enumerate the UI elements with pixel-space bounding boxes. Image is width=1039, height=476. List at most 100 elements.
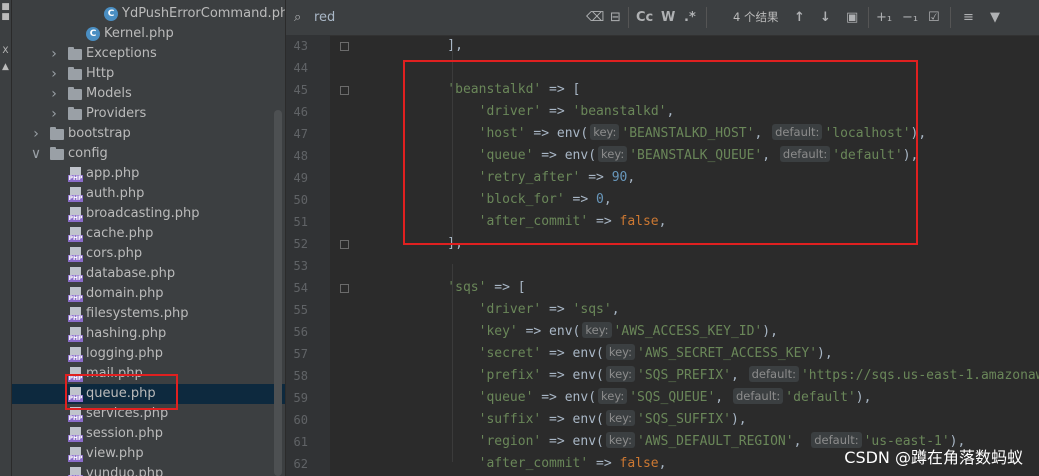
tree-item[interactable]: ∨ config (12, 144, 285, 164)
left-tool-strip[interactable]: ■ ■ X ▲ (0, 0, 12, 476)
chevron-right-icon[interactable]: › (48, 84, 60, 104)
tree-item[interactable]: › Models (12, 84, 285, 104)
folder-icon (50, 147, 64, 160)
tool-strip-glyph-2[interactable]: ■ (0, 12, 11, 22)
tree-item[interactable]: PHP logging.php (12, 344, 285, 364)
previous-occurrence-icon[interactable]: ↑ (794, 0, 805, 35)
toggle-select-all-icon[interactable]: ☑ (928, 0, 940, 35)
tree-item-label: bootstrap (68, 126, 131, 141)
tree-item[interactable]: PHP filesystems.php (12, 304, 285, 324)
filter-icon[interactable]: ▼ (990, 0, 1000, 35)
tool-strip-glyph-1[interactable]: ■ (0, 2, 11, 12)
tree-item[interactable]: PHP view.php (12, 444, 285, 464)
tree-item[interactable]: PHP hashing.php (12, 324, 285, 344)
code-line[interactable]: 'key' => env(key: 'AWS_ACCESS_KEY_ID'), (416, 321, 778, 343)
parameter-hint: default: (732, 388, 784, 404)
filter-history-icon[interactable]: ⊟ (610, 0, 621, 35)
tree-item[interactable]: › Exceptions (12, 44, 285, 64)
fold-marker-icon[interactable] (340, 284, 349, 293)
php-icon: PHP (68, 307, 83, 322)
tree-item[interactable]: PHP session.php (12, 424, 285, 444)
code-token: => (588, 456, 620, 471)
code-token: 'SQS_SUFFIX' (637, 412, 731, 427)
remove-occurrence-icon[interactable]: −₁ (902, 0, 918, 35)
code-token: 'default' (785, 390, 856, 405)
tree-item[interactable]: C YdPushErrorCommand.php (12, 4, 285, 24)
match-case-toggle[interactable]: Cc (636, 0, 653, 35)
tree-item[interactable]: PHP cors.php (12, 244, 285, 264)
code-token: 'key' (416, 324, 518, 339)
code-line[interactable]: 'prefix' => env(key: 'SQS_PREFIX', defaul… (416, 365, 1039, 387)
parameter-hint: key: (605, 344, 636, 360)
tool-strip-glyph-3[interactable]: X (0, 46, 11, 56)
highlight-box-beanstalkd (403, 60, 918, 245)
class-icon: C (86, 27, 100, 41)
tree-item[interactable]: › Providers (12, 104, 285, 124)
search-input[interactable]: red (314, 0, 335, 35)
multiline-icon[interactable]: ≡ (963, 0, 974, 35)
code-line[interactable]: ], (416, 35, 463, 57)
chevron-down-icon[interactable]: ∨ (30, 144, 42, 164)
chevron-right-icon[interactable]: › (48, 64, 60, 84)
code-token: => env( (541, 346, 604, 361)
line-number: 58 (293, 369, 308, 383)
line-number: 50 (293, 193, 308, 207)
watermark: CSDN @蹲在角落数蚂蚁 (844, 448, 1023, 467)
tree-item[interactable]: PHP auth.php (12, 184, 285, 204)
select-all-occurrences-icon[interactable]: ▣ (846, 0, 858, 35)
tree-item[interactable]: C Kernel.php (12, 24, 285, 44)
tree-item-label: Providers (86, 106, 147, 121)
php-icon: PHP (68, 247, 83, 262)
regex-toggle[interactable]: .* (684, 0, 696, 35)
php-icon: PHP (68, 427, 83, 442)
code-token: => env( (533, 390, 597, 405)
code-line[interactable]: 'sqs' => [ (416, 277, 525, 299)
tree-item-label: filesystems.php (86, 306, 189, 321)
tree-item[interactable]: PHP cache.php (12, 224, 285, 244)
line-number: 55 (293, 303, 308, 317)
code-token: 'sqs' (572, 302, 612, 317)
code-token: 'SQS_PREFIX' (637, 368, 731, 383)
php-icon: PHP (68, 327, 83, 342)
tree-item[interactable]: › Http (12, 64, 285, 84)
parameter-hint: key: (598, 388, 628, 404)
next-occurrence-icon[interactable]: ↓ (820, 0, 831, 35)
fold-marker-icon[interactable] (340, 86, 349, 95)
whole-word-toggle[interactable]: W (661, 0, 675, 35)
code-token: 'suffix' (416, 412, 542, 427)
chevron-right-icon[interactable]: › (48, 44, 60, 64)
code-line[interactable]: 'suffix' => env(key: 'SQS_SUFFIX'), (416, 409, 747, 431)
project-tree-scrollbar[interactable] (274, 110, 282, 476)
line-number: 57 (293, 347, 308, 361)
tree-item[interactable]: PHPyunduo.php (12, 464, 285, 476)
code-line[interactable]: 'driver' => 'sqs', (416, 299, 620, 321)
chevron-right-icon[interactable]: › (30, 124, 42, 144)
code-token: 'region' (416, 434, 542, 449)
code-line[interactable]: 'secret' => env(key: 'AWS_SECRET_ACCESS_K… (416, 343, 833, 365)
highlight-box-queue-file (65, 374, 178, 410)
tree-item-label: cors.php (86, 246, 143, 261)
line-number: 47 (293, 127, 308, 141)
php-icon: PHP (68, 347, 83, 362)
tree-item[interactable]: PHP app.php (12, 164, 285, 184)
tree-item-label: config (68, 146, 108, 161)
tree-item-label: Models (86, 86, 132, 101)
add-occurrence-icon[interactable]: +₁ (876, 0, 892, 35)
tree-item[interactable]: › bootstrap (12, 124, 285, 144)
fold-marker-icon[interactable] (340, 240, 349, 249)
code-line[interactable]: 'after_commit' => false, (416, 453, 667, 475)
code-line[interactable]: 'queue' => env(key: 'SQS_QUEUE', default:… (416, 387, 871, 409)
tree-item-label: session.php (86, 426, 163, 441)
tree-item[interactable]: PHP broadcasting.php (12, 204, 285, 224)
code-token: 'secret' (416, 346, 542, 361)
parameter-hint: key: (605, 366, 636, 382)
fold-marker-icon[interactable] (340, 42, 349, 51)
php-icon: PHP (68, 227, 83, 242)
chevron-right-icon[interactable]: › (48, 104, 60, 124)
tree-item-label: Kernel.php (104, 26, 174, 41)
tree-item[interactable]: PHP database.php (12, 264, 285, 284)
tree-item[interactable]: PHP domain.php (12, 284, 285, 304)
code-token: => env( (541, 412, 604, 427)
clear-search-icon[interactable]: ⌫ (586, 0, 604, 35)
tool-strip-glyph-4[interactable]: ▲ (0, 62, 11, 72)
